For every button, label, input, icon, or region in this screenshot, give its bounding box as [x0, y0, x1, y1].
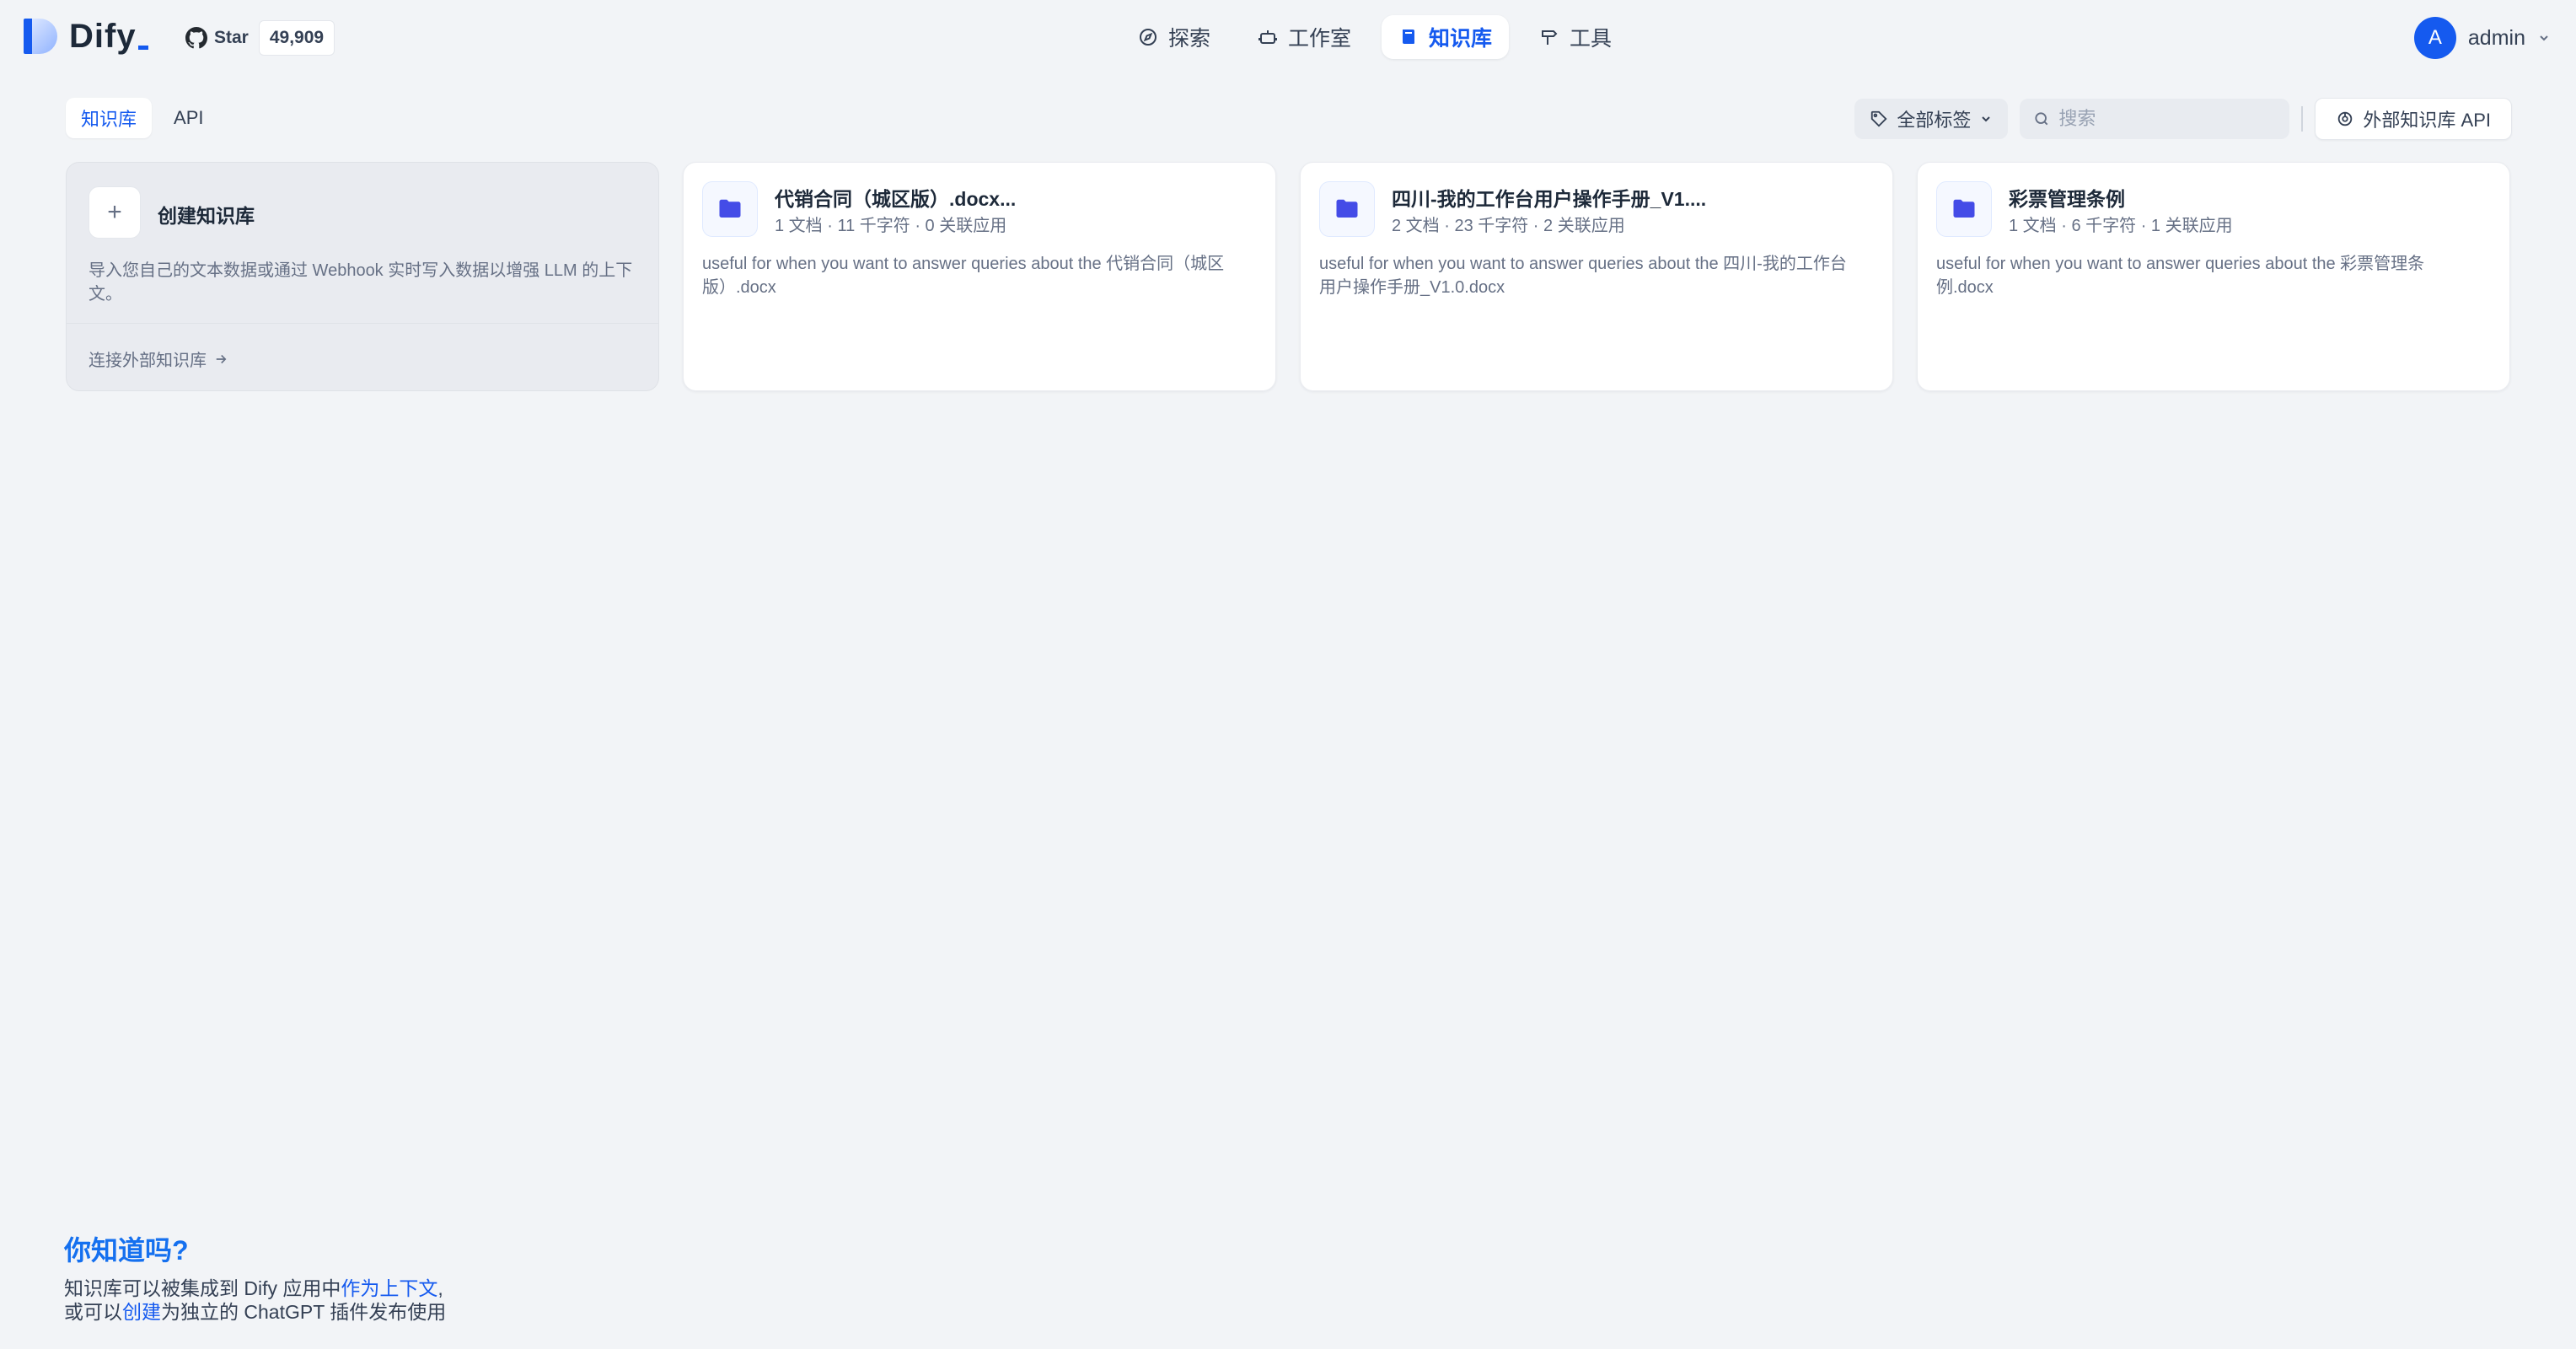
dify-logo[interactable]: Dify	[24, 17, 148, 56]
connect-external-link[interactable]: 连接外部知识库	[89, 347, 228, 371]
github-star-button[interactable]: Star	[182, 20, 259, 56]
divider	[67, 323, 658, 324]
tip-line-2: 或可以创建为独立的 ChatGPT 插件发布使用	[64, 1300, 446, 1324]
dataset-meta: 1 文档 · 6 千字符 · 1 关联应用	[2009, 217, 2233, 235]
dataset-description: useful for when you want to answer queri…	[1936, 255, 2425, 297]
nav-studio[interactable]: 工作室	[1241, 15, 1368, 59]
create-knowledge-card[interactable]: + 创建知识库 导入您自己的文本数据或通过 Webhook 实时写入数据以增强 …	[66, 162, 659, 391]
github-star-widget[interactable]: Star 49,909	[182, 20, 335, 56]
toolbar-right: 全部标签 外部知识库 API	[1854, 98, 2512, 140]
hammer-icon	[1542, 30, 1558, 45]
tip-text: 知识库可以被集成到 Dify 应用中	[64, 1277, 341, 1299]
book-icon	[1403, 30, 1415, 44]
nav-label: 探索	[1168, 27, 1211, 51]
arrow-right-icon	[216, 354, 227, 363]
connect-external-label: 连接外部知识库	[89, 352, 207, 370]
github-star-label: Star	[214, 28, 249, 47]
create-link[interactable]: 创建	[122, 1301, 161, 1323]
as-context-link[interactable]: 作为上下文	[341, 1277, 437, 1299]
tag-icon	[1871, 110, 1887, 127]
tab-api[interactable]: API	[158, 98, 218, 138]
dataset-card[interactable]: 四川-我的工作台用户操作手册_V1.... 2 文档 · 23 千字符 · 2 …	[1300, 162, 1893, 391]
tip-text: ,	[437, 1277, 443, 1299]
toolbar-divider	[2301, 106, 2304, 132]
knowledge-tabs: 知识库 API	[66, 98, 218, 138]
dataset-description: useful for when you want to answer queri…	[1319, 255, 1847, 297]
plus-icon[interactable]: +	[89, 186, 141, 239]
create-knowledge-description: 导入您自己的文本数据或通过 Webhook 实时写入数据以增强 LLM 的上下文…	[89, 261, 633, 304]
tip-text: 或可以	[64, 1301, 122, 1323]
dataset-name: 四川-我的工作台用户操作手册_V1....	[1392, 188, 1707, 210]
folder-icon	[1936, 181, 1992, 237]
nav-explore[interactable]: 探索	[1121, 15, 1227, 59]
dataset-card[interactable]: 代销合同（城区版）.docx... 1 文档 · 11 千字符 · 0 关联应用…	[683, 162, 1276, 391]
compass-icon	[1140, 29, 1157, 46]
dataset-description: useful for when you want to answer queri…	[702, 255, 1225, 297]
user-menu[interactable]: A admin	[2413, 17, 2551, 59]
github-icon	[185, 27, 207, 49]
api-connection-icon	[2338, 111, 2353, 126]
external-api-label: 外部知识库 API	[2363, 110, 2491, 131]
top-header: Dify Star 49,909 探索 工作室 知识库 工具 A admin	[0, 0, 2576, 74]
logo-text: Dify	[69, 17, 137, 55]
create-knowledge-title[interactable]: 创建知识库	[158, 200, 255, 228]
tip-text: 为独立的 ChatGPT 插件发布使用	[161, 1301, 447, 1323]
nav-label: 工作室	[1288, 27, 1352, 51]
folder-icon	[1319, 181, 1375, 237]
dataset-meta: 2 文档 · 23 千字符 · 2 关联应用	[1392, 217, 1625, 235]
search-box[interactable]	[2020, 99, 2290, 139]
dataset-card[interactable]: 彩票管理条例 1 文档 · 6 千字符 · 1 关联应用 useful for …	[1917, 162, 2510, 391]
chevron-down-icon	[1982, 116, 1991, 122]
nav-knowledge[interactable]: 知识库	[1382, 15, 1510, 59]
nav-tools[interactable]: 工具	[1522, 15, 1629, 59]
tip-line-1: 知识库可以被集成到 Dify 应用中作为上下文,	[64, 1276, 446, 1300]
folder-icon	[702, 181, 758, 237]
avatar[interactable]: A	[2413, 17, 2456, 59]
search-icon	[2035, 112, 2048, 126]
search-input[interactable]	[2058, 108, 2262, 130]
dataset-name: 代销合同（城区版）.docx...	[775, 188, 1017, 210]
tag-filter-label: 全部标签	[1897, 110, 1972, 131]
external-api-button[interactable]: 外部知识库 API	[2315, 98, 2512, 140]
did-you-know-tip: 你知道吗? 知识库可以被集成到 Dify 应用中作为上下文, 或可以创建为独立的…	[64, 1229, 446, 1324]
github-star-count[interactable]: 49,909	[258, 20, 335, 56]
nav-label: 工具	[1570, 27, 1613, 51]
tip-title: 你知道吗?	[64, 1235, 189, 1266]
main-nav: 探索 工作室 知识库 工具	[1121, 15, 1629, 59]
user-name[interactable]: admin	[2468, 26, 2525, 51]
nav-label: 知识库	[1429, 27, 1493, 51]
tab-knowledge[interactable]: 知识库	[66, 98, 153, 138]
chevron-down-icon[interactable]	[2537, 31, 2551, 45]
dataset-name: 彩票管理条例	[2009, 188, 2125, 210]
tag-filter-dropdown[interactable]: 全部标签	[1854, 99, 2009, 139]
dify-logo-mark	[24, 17, 57, 56]
robot-icon	[1258, 30, 1278, 44]
logo-underscore	[137, 45, 148, 50]
dataset-meta: 1 文档 · 11 千字符 · 0 关联应用	[775, 217, 1007, 235]
